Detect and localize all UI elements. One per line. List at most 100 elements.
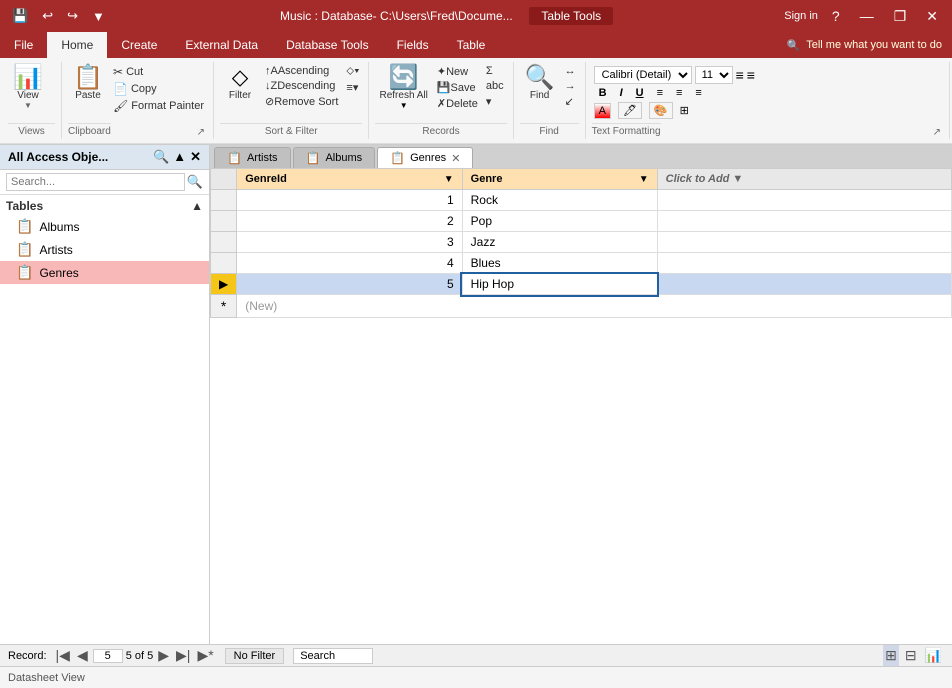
bold-button[interactable]: B	[594, 85, 612, 101]
more-records-button[interactable]: ▾	[483, 94, 507, 109]
font-family-select[interactable]: Calibri (Detail)	[594, 66, 692, 84]
filter-indicator[interactable]: No Filter	[225, 648, 285, 664]
tab-external-data[interactable]: External Data	[171, 32, 272, 58]
advanced-filter-button[interactable]: ≡▾	[343, 80, 362, 95]
pivot-table-view-btn[interactable]: ⊟	[903, 645, 919, 666]
descending-button[interactable]: ↓Z Descending	[262, 79, 341, 93]
new-nav-record-btn[interactable]: ▶*	[195, 647, 215, 664]
search-input[interactable]	[293, 648, 373, 664]
nav-item-artists[interactable]: 📋 Artists	[0, 238, 209, 261]
cell-extra-3	[657, 232, 951, 253]
gridlines-button[interactable]: ⊞	[680, 104, 689, 117]
align-right-btn[interactable]: ≡	[690, 85, 706, 101]
highlight-color-button[interactable]: 🖊	[618, 102, 642, 119]
col-header-genre[interactable]: Genre ▼	[462, 169, 657, 190]
filter-dropdown-button[interactable]: ⬦▾	[343, 64, 362, 79]
nav-pane-close-btn[interactable]: ✕	[190, 149, 201, 165]
delete-record-button[interactable]: ✗ Delete	[434, 96, 481, 111]
new-row-label[interactable]: (New)	[237, 295, 952, 318]
replace-button[interactable]: ↔	[562, 64, 579, 78]
text-formatting-dialog-launcher[interactable]: ↗	[931, 126, 943, 139]
next-record-btn[interactable]: ▶	[156, 647, 171, 664]
tab-table[interactable]: Table	[443, 32, 500, 58]
view-dropdown-icon[interactable]: ▼	[24, 101, 32, 110]
nav-pane-options-btn[interactable]: ▲	[173, 149, 186, 165]
cell-genreid-1[interactable]: 1	[237, 190, 462, 211]
qat-dropdown-btn[interactable]: ▼	[88, 7, 109, 26]
align-center-btn[interactable]: ≡	[671, 85, 687, 101]
font-color-button[interactable]: A	[594, 103, 611, 119]
list-bullets-icon[interactable]: ≡	[736, 67, 744, 83]
nav-item-albums[interactable]: 📋 Albums	[0, 215, 209, 238]
copy-button[interactable]: 📄 Copy	[110, 81, 207, 97]
nav-pane-search-toggle[interactable]: 🔍	[153, 149, 169, 165]
datasheet-view-btn[interactable]: ⊞	[883, 645, 899, 666]
view-button[interactable]: 📊 View ▼	[8, 64, 48, 112]
prev-record-btn[interactable]: ◀	[75, 647, 90, 664]
find-button[interactable]: 🔍 Find	[520, 64, 560, 103]
save-record-button[interactable]: 💾 Save	[434, 80, 481, 95]
tab-albums[interactable]: 📋 Albums	[293, 147, 376, 168]
goto-button[interactable]: →	[562, 79, 579, 93]
format-painter-button[interactable]: 🖌 Format Painter	[110, 98, 207, 114]
cell-genre-5[interactable]: Hip Hop	[462, 274, 657, 295]
first-record-btn[interactable]: |◀	[54, 647, 72, 664]
col-header-add[interactable]: Click to Add ▼	[657, 169, 951, 190]
cell-genre-4[interactable]: Blues	[462, 253, 657, 274]
close-btn[interactable]: ✕	[920, 6, 944, 27]
tab-genres[interactable]: 📋 Genres ✕	[377, 147, 473, 168]
undo-qat-btn[interactable]: ↩	[38, 6, 57, 26]
current-record-input[interactable]	[93, 649, 123, 663]
align-left-btn[interactable]: ≡	[652, 85, 668, 101]
sign-in-btn[interactable]: Sign in	[784, 10, 818, 22]
tab-home[interactable]: Home	[47, 32, 107, 58]
font-size-select[interactable]: 11	[695, 66, 733, 84]
new-record-button[interactable]: ✦ New	[434, 64, 481, 79]
nav-item-genres[interactable]: 📋 Genres	[0, 261, 209, 284]
ribbon-tab-bar: File Home Create External Data Database …	[0, 32, 952, 58]
cell-genre-1[interactable]: Rock	[462, 190, 657, 211]
italic-button[interactable]: I	[615, 85, 628, 101]
numbered-list-icon[interactable]: ≡	[747, 67, 755, 83]
remove-sort-button[interactable]: ⊘ Remove Sort	[262, 94, 341, 109]
pivot-chart-view-btn[interactable]: 📊	[923, 645, 944, 666]
paste-button[interactable]: 📋 Paste	[68, 64, 108, 103]
cut-icon: ✂	[113, 65, 123, 79]
col-header-genreid[interactable]: GenreId ▼	[237, 169, 462, 190]
save-qat-btn[interactable]: 💾	[8, 6, 32, 26]
restore-btn[interactable]: ❐	[888, 6, 913, 27]
underline-button[interactable]: U	[631, 85, 649, 101]
datasheet-area[interactable]: GenreId ▼ Genre ▼ Click	[210, 168, 952, 644]
tell-me-bar[interactable]: 🔍 Tell me what you want to do	[777, 32, 952, 58]
tab-database-tools[interactable]: Database Tools	[272, 32, 383, 58]
tab-fields[interactable]: Fields	[383, 32, 443, 58]
cell-genreid-2[interactable]: 2	[237, 211, 462, 232]
minimize-btn[interactable]: —	[854, 6, 880, 26]
refresh-dropdown-icon[interactable]: ▼	[400, 101, 408, 110]
cell-genreid-4[interactable]: 4	[237, 253, 462, 274]
nav-search-input[interactable]	[6, 173, 185, 191]
tables-collapse-btn[interactable]: ▲	[191, 199, 203, 213]
totals-button[interactable]: Σ	[483, 64, 507, 78]
cell-genre-2[interactable]: Pop	[462, 211, 657, 232]
ascending-button[interactable]: ↑A Ascending	[262, 64, 341, 78]
cut-button[interactable]: ✂ Cut	[110, 64, 207, 80]
record-label: Record:	[8, 650, 47, 662]
help-btn[interactable]: ?	[826, 6, 846, 26]
filter-button[interactable]: ⬦ Filter	[220, 64, 260, 103]
last-record-btn[interactable]: ▶|	[174, 647, 192, 664]
click-to-add-dropdown-icon[interactable]: ▼	[732, 173, 743, 185]
tab-file[interactable]: File	[0, 32, 47, 58]
tab-create[interactable]: Create	[107, 32, 171, 58]
cell-genreid-5[interactable]: 5	[237, 274, 462, 295]
spelling-button[interactable]: abc	[483, 79, 507, 93]
cell-genre-3[interactable]: Jazz	[462, 232, 657, 253]
background-color-button[interactable]: 🎨	[649, 102, 673, 119]
cell-genreid-3[interactable]: 3	[237, 232, 462, 253]
select-button[interactable]: ↙	[562, 94, 579, 109]
tab-artists[interactable]: 📋 Artists	[214, 147, 291, 168]
genres-tab-close[interactable]: ✕	[451, 152, 460, 165]
redo-qat-btn[interactable]: ↪	[63, 6, 82, 26]
clipboard-dialog-launcher[interactable]: ↗	[195, 126, 207, 139]
refresh-button[interactable]: 🔄 Refresh All ▼	[375, 64, 431, 112]
